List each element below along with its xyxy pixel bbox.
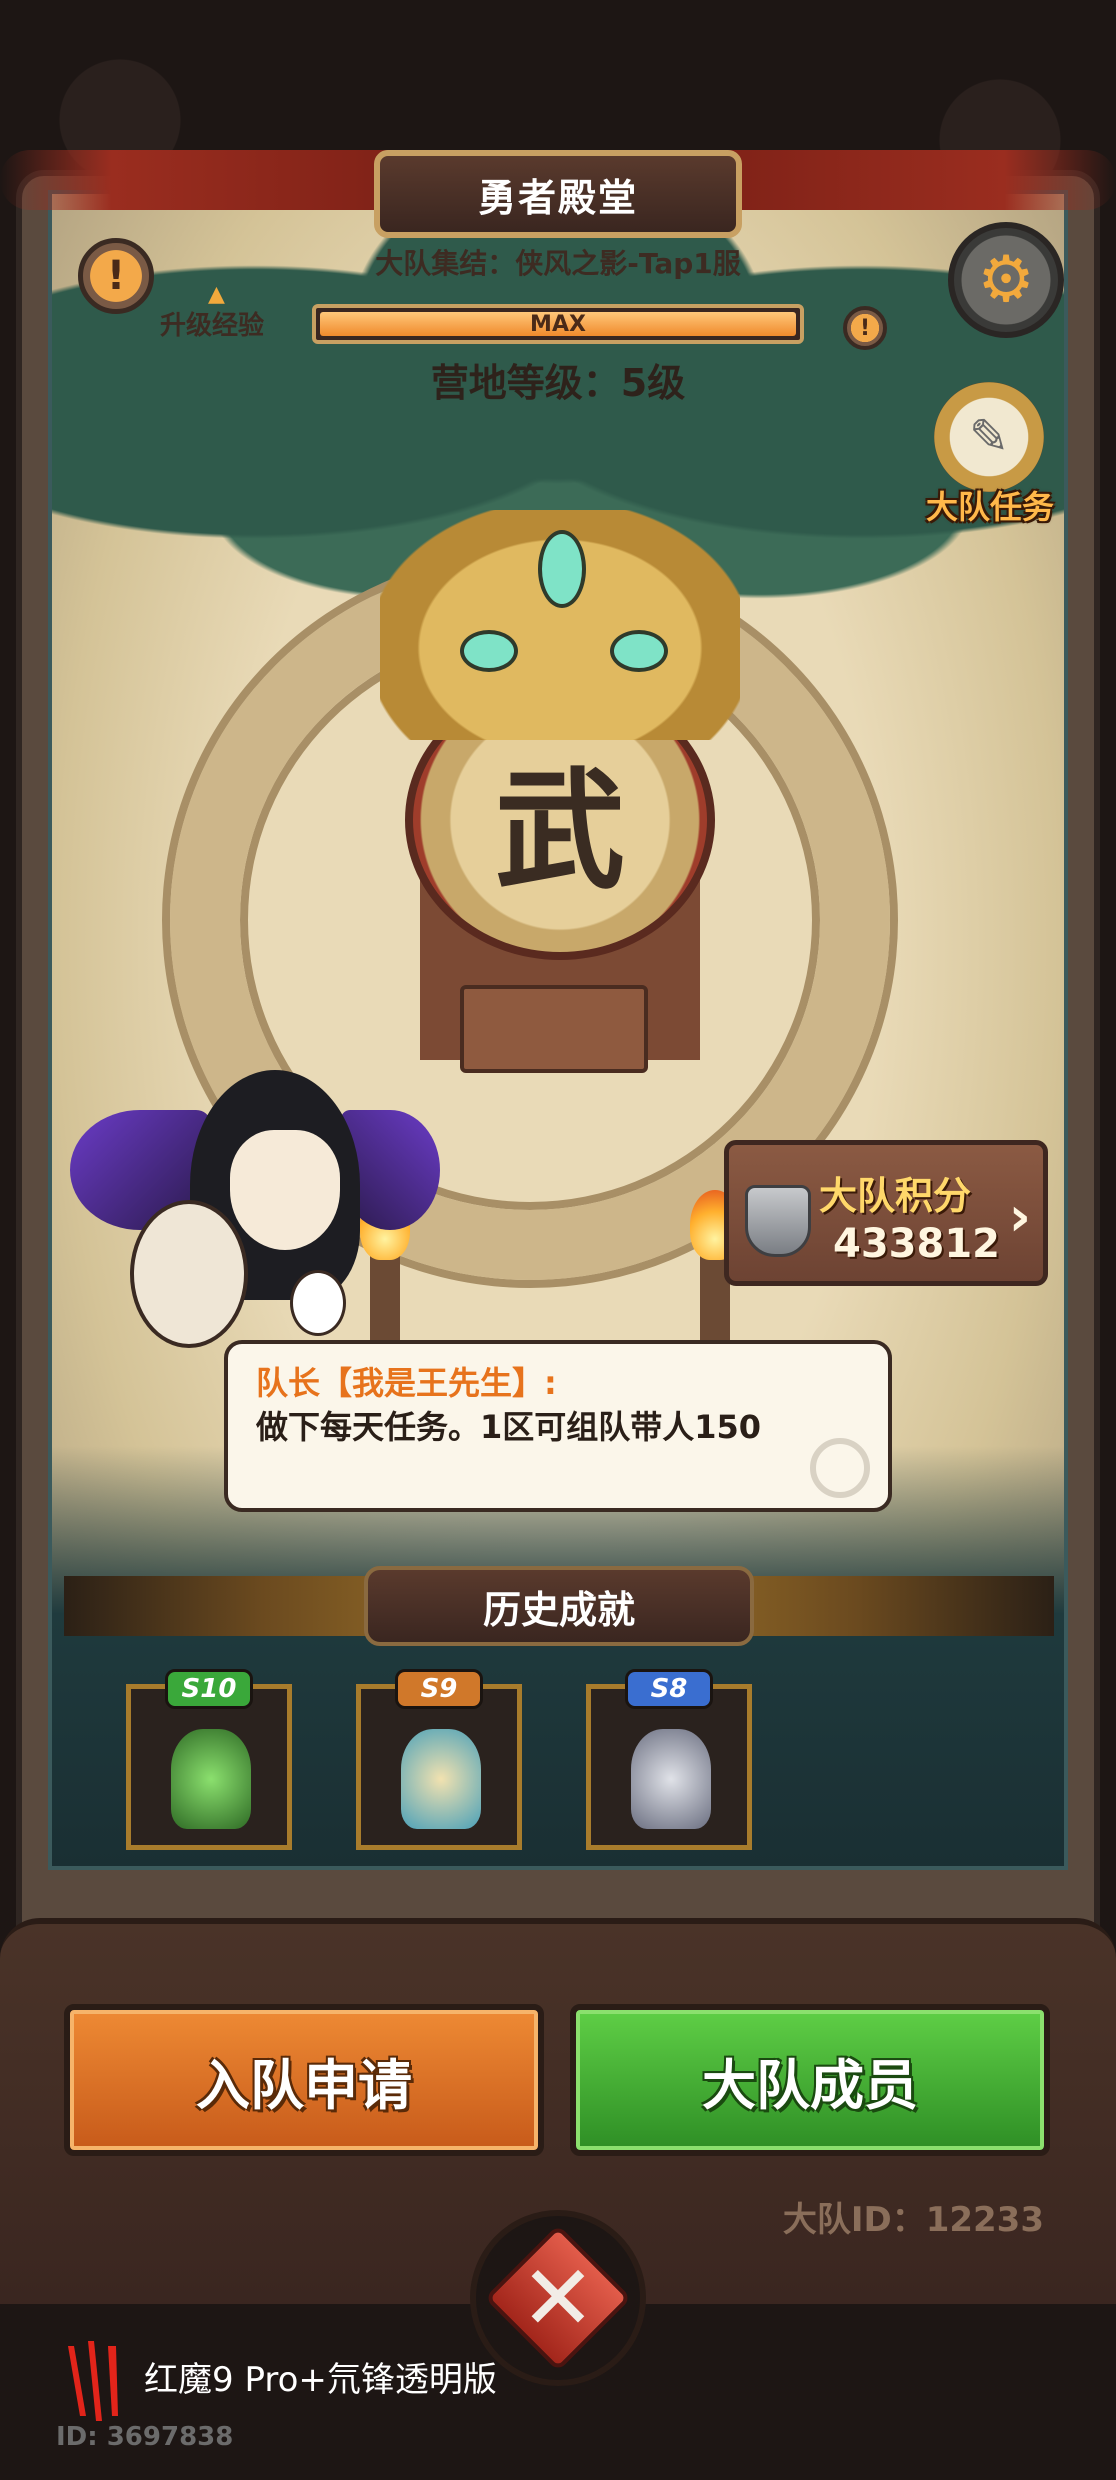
lion-eye-right bbox=[610, 630, 668, 672]
team-points-value: 433812 bbox=[833, 1221, 1000, 1267]
join-request-button[interactable]: 入队申请 bbox=[64, 2004, 544, 2156]
exp-progress-bar: MAX bbox=[312, 304, 804, 344]
team-points-label: 大队积分 bbox=[819, 1174, 972, 1218]
gear-icon: ⚙ bbox=[977, 243, 1035, 317]
achievement-card[interactable]: S9 bbox=[356, 1669, 522, 1850]
chevron-right-icon: › bbox=[1008, 1185, 1031, 1248]
trophy-tower-icon bbox=[401, 1729, 481, 1829]
captain-message-bubble: 队长【我是王先生】: 做下每天任务。1区可组队带人150 bbox=[224, 1340, 892, 1512]
page-title: 勇者殿堂 bbox=[374, 150, 742, 238]
settings-button[interactable]: ⚙ bbox=[948, 222, 1064, 338]
season-badge: S10 bbox=[165, 1669, 253, 1709]
achievement-card[interactable]: S10 bbox=[126, 1669, 292, 1850]
pet-bunny bbox=[290, 1270, 346, 1336]
drum-character: 武 bbox=[494, 754, 625, 907]
exclamation-icon: ! bbox=[859, 315, 871, 341]
redmagic-logo-icon bbox=[68, 2341, 118, 2421]
exp-bar-text: MAX bbox=[530, 311, 586, 337]
captain-avatar bbox=[70, 1070, 440, 1350]
season-badge: S8 bbox=[625, 1669, 713, 1709]
trophy-lantern-icon bbox=[171, 1729, 251, 1829]
shield-icon bbox=[745, 1185, 811, 1257]
team-task-button[interactable]: ✎ 大队任务 bbox=[920, 382, 1060, 532]
lion-gem bbox=[538, 530, 586, 608]
exp-info-button[interactable]: ! bbox=[843, 306, 887, 350]
trophy-armor-icon bbox=[631, 1729, 711, 1829]
team-members-button[interactable]: 大队成员 bbox=[570, 2004, 1050, 2156]
history-achievements: 历史成就 S10 S9 S8 bbox=[64, 1566, 1054, 1876]
season-badge: S9 bbox=[395, 1669, 483, 1709]
team-id: 大队ID：12233 bbox=[782, 2200, 1044, 2240]
quest-scroll-icon: ✎ bbox=[934, 382, 1044, 492]
swirl-decoration-icon bbox=[810, 1438, 870, 1498]
info-button[interactable]: ! bbox=[78, 238, 154, 314]
level-up-arrow-icon: ▲ bbox=[208, 282, 225, 307]
achievement-card[interactable]: S8 bbox=[586, 1669, 752, 1850]
achievements-title: 历史成就 bbox=[364, 1566, 754, 1646]
team-points-button[interactable]: 大队积分 433812 › bbox=[724, 1140, 1048, 1286]
exp-label: 升级经验 bbox=[160, 311, 265, 341]
close-icon: ✕ bbox=[520, 2245, 596, 2351]
lion-eye-left bbox=[460, 630, 518, 672]
captain-name: 队长【我是王先生】: bbox=[256, 1364, 557, 1402]
pet-bird bbox=[130, 1200, 248, 1348]
device-name: 红魔9 Pro+氘锋透明版 bbox=[144, 2360, 497, 2400]
captain-message: 做下每天任务。1区可组队带人150 bbox=[256, 1408, 762, 1446]
team-task-label: 大队任务 bbox=[925, 488, 1054, 526]
exclamation-icon: ! bbox=[106, 253, 126, 299]
character-face bbox=[230, 1130, 340, 1250]
device-id: ID: 3697838 bbox=[56, 2422, 234, 2452]
drum-mallets bbox=[460, 985, 648, 1073]
lion-head-ornament bbox=[380, 510, 740, 740]
